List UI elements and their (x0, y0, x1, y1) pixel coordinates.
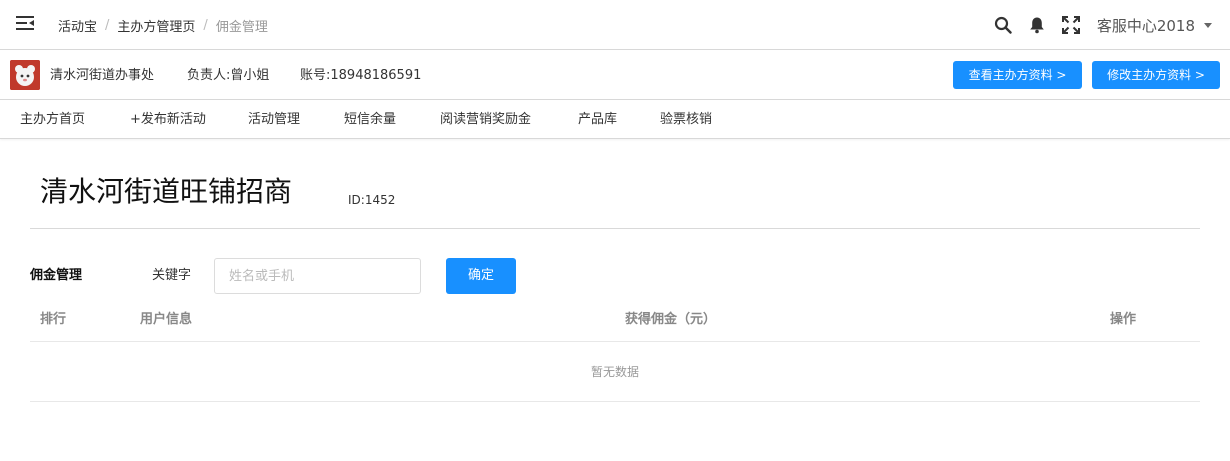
breadcrumb-item-organizer[interactable]: 主办方管理页 (117, 16, 195, 35)
table-empty-state: 暂无数据 (30, 342, 1200, 402)
edit-organizer-button[interactable]: 修改主办方资料 > (1092, 61, 1220, 89)
keyword-label: 关键字 (152, 268, 192, 283)
breadcrumb-separator: / (203, 17, 208, 33)
nav-item-reading-reward[interactable]: 阅读营销奖励金 (440, 100, 531, 139)
top-right-tools: 客服中心2018 (993, 0, 1230, 50)
organizer-contact: 负责人:曾小姐 (187, 68, 270, 83)
section-title: 佣金管理 (30, 268, 83, 283)
page-id: ID:1452 (348, 193, 396, 207)
column-header-commission: 获得佣金（元） (625, 312, 717, 327)
nav-item-activities[interactable]: 活动管理 (248, 100, 300, 139)
bell-icon[interactable] (1027, 15, 1047, 35)
divider (30, 228, 1200, 229)
breadcrumb-item-current: 佣金管理 (215, 19, 268, 35)
avatar (10, 60, 40, 90)
search-icon[interactable] (993, 15, 1013, 35)
nav-item-tickets[interactable]: 验票核销 (660, 100, 712, 139)
main-nav: 主办方首页 +发布新活动 活动管理 短信余量 阅读营销奖励金 产品库 验票核销 (0, 100, 1230, 139)
fullscreen-icon[interactable] (1061, 15, 1081, 35)
nav-item-products[interactable]: 产品库 (578, 100, 617, 139)
table-header: 排行 用户信息 获得佣金（元） 操作 (30, 300, 1200, 342)
view-organizer-button[interactable]: 查看主办方资料 > (953, 61, 1082, 89)
page-title: 清水河街道旺铺招商 (40, 175, 293, 208)
nav-item-publish[interactable]: +发布新活动 (130, 100, 206, 139)
column-header-rank: 排行 (40, 312, 67, 327)
confirm-button[interactable]: 确定 (446, 258, 516, 294)
user-menu[interactable]: 客服中心2018 (1097, 15, 1212, 36)
nav-item-sms[interactable]: 短信余量 (344, 100, 396, 139)
organizer-account: 账号:18948186591 (300, 68, 422, 83)
organizer-bar: 清水河街道办事处 负责人:曾小姐 账号:18948186591 查看主办方资料 … (0, 51, 1230, 100)
breadcrumb: 活动宝 / 主办方管理页 / 佣金管理 (58, 0, 268, 50)
nav-item-home[interactable]: 主办方首页 (20, 100, 85, 139)
breadcrumb-item-home[interactable]: 活动宝 (58, 16, 97, 35)
top-bar: 活动宝 / 主办方管理页 / 佣金管理 客服中心2018 (0, 0, 1230, 50)
menu-icon[interactable] (16, 15, 34, 31)
organizer-name: 清水河街道办事处 (50, 68, 155, 83)
breadcrumb-separator: / (105, 17, 110, 33)
column-header-actions: 操作 (1110, 312, 1137, 327)
caret-down-icon (1204, 22, 1212, 28)
column-header-user-info: 用户信息 (140, 312, 193, 327)
keyword-input[interactable] (214, 258, 421, 294)
user-name: 客服中心2018 (1096, 16, 1195, 35)
